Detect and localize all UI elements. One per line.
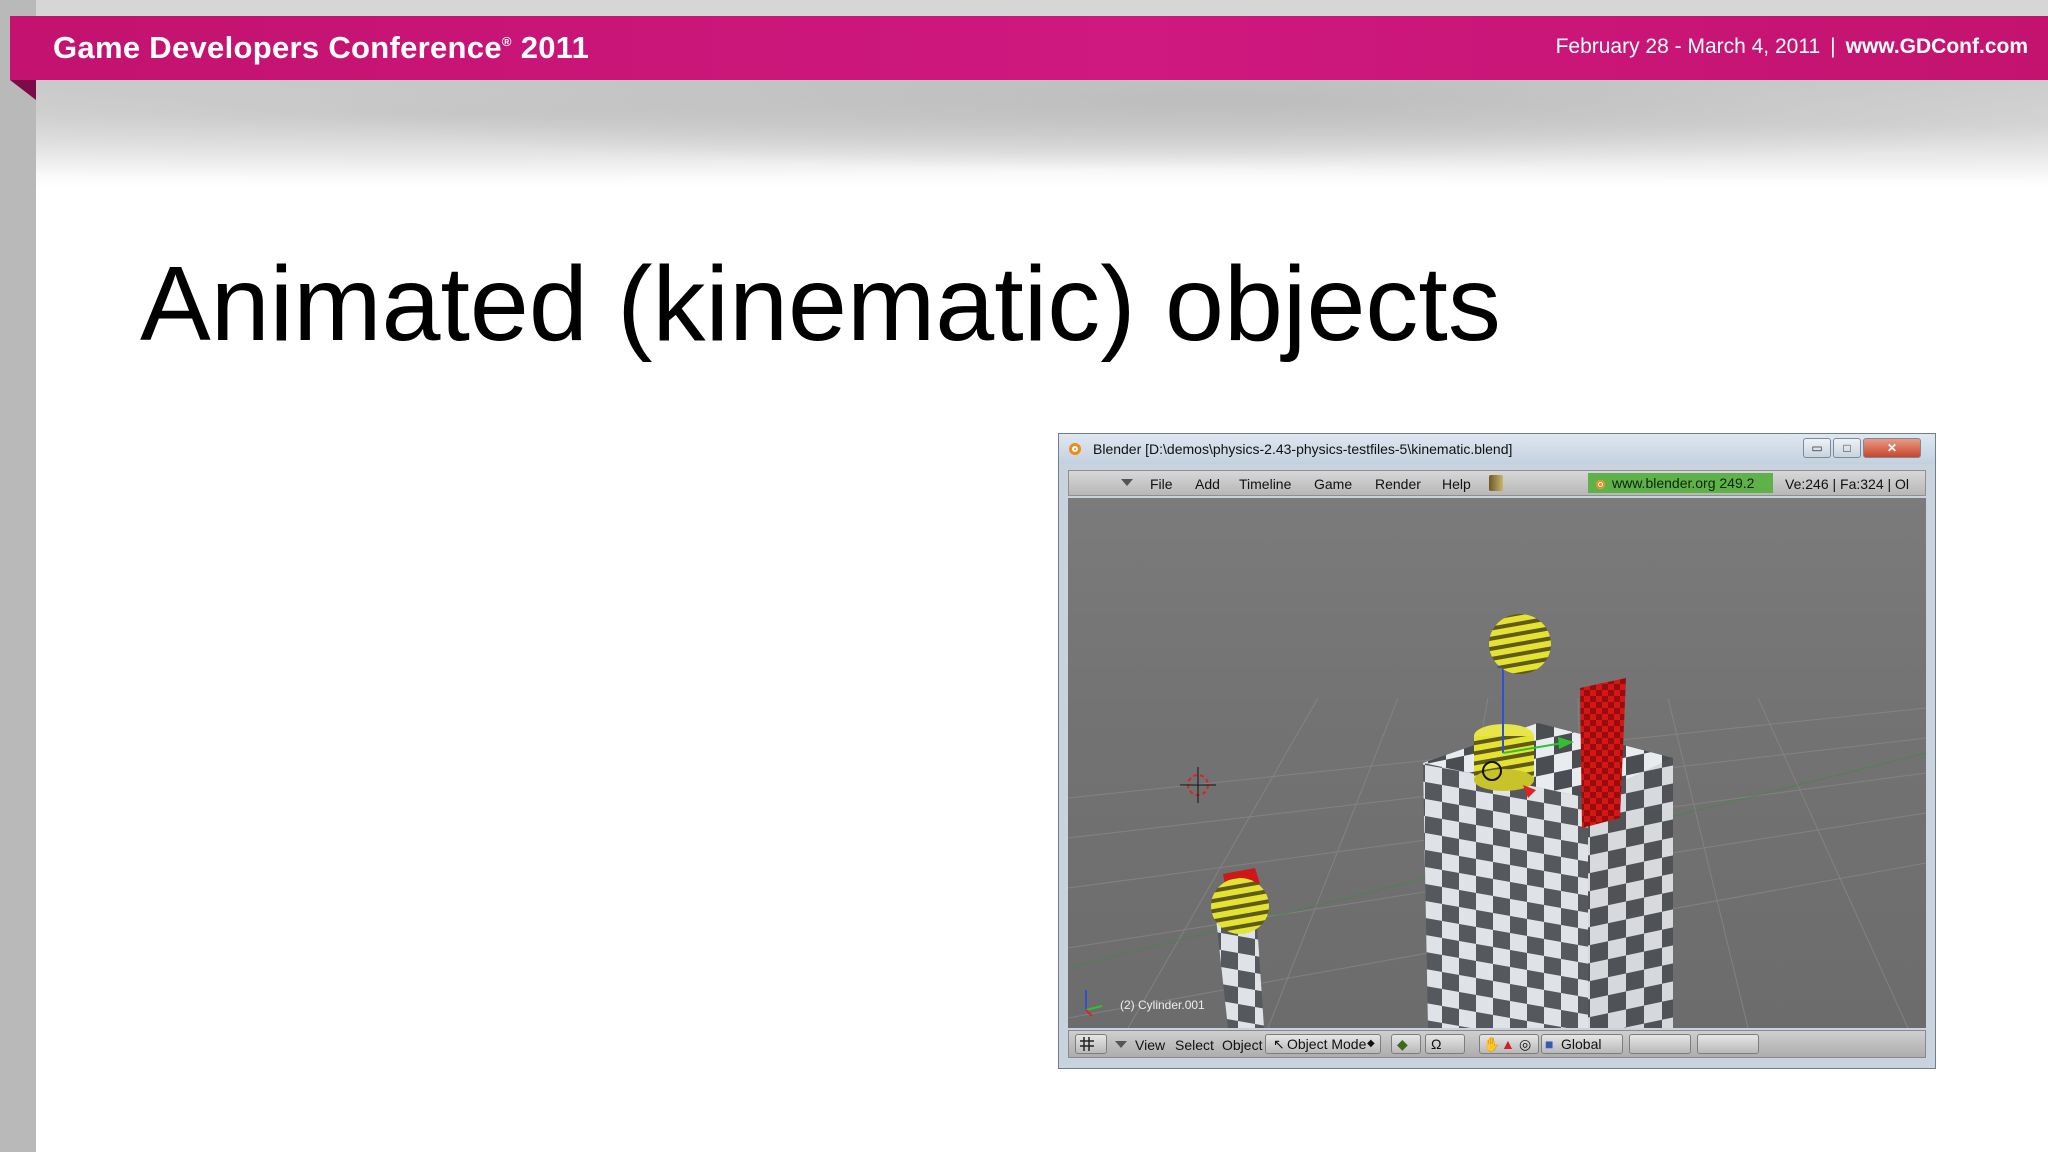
menu-game[interactable]: Game — [1314, 476, 1352, 492]
blender-logo-icon — [1069, 443, 1081, 455]
menu-bar: File Add Timeline Game Render Help www.b… — [1068, 470, 1926, 496]
conference-dates: February 28 - March 4, 2011 — [1555, 35, 1821, 58]
view-menu[interactable]: View — [1135, 1037, 1165, 1053]
scale-icon: ■ — [1545, 1036, 1554, 1052]
banner-fold — [10, 80, 36, 100]
menu-add[interactable]: Add — [1195, 476, 1220, 492]
conference-year: 2011 — [520, 30, 590, 65]
conference-url: www.GDConf.com — [1845, 35, 2028, 58]
conference-info: February 28 - March 4, 2011 | www.GDConf.c… — [1556, 35, 2028, 59]
pivot-icon: Ω — [1431, 1036, 1442, 1052]
header-texture — [36, 80, 2048, 190]
scene-stats: Ve:246 | Fa:324 | Ol — [1785, 476, 1910, 492]
left-sphere — [1211, 878, 1269, 934]
window-titlebar: Blender [D:\demos\physics-2.43-physics-t… — [1059, 434, 1935, 464]
viewport-header: View Select Object ↖ Object Mode ◆ ◆ Ω ✋… — [1068, 1030, 1926, 1058]
left-border-strip — [0, 0, 36, 1152]
menu-timeline[interactable]: Timeline — [1239, 476, 1291, 492]
hand-icon: ✋ — [1483, 1036, 1501, 1052]
select-menu[interactable]: Select — [1175, 1037, 1214, 1053]
translate-icon: ▲ — [1501, 1036, 1515, 1052]
conference-title: Game Developers Conference® 2011 — [53, 30, 589, 66]
menu-render[interactable]: Render — [1375, 476, 1421, 492]
conference-banner: Game Developers Conference® 2011 Februar… — [10, 16, 2048, 80]
menu-collapse-icon[interactable] — [1121, 479, 1133, 486]
blender-logo-icon — [1596, 479, 1605, 489]
viewport-scene — [1068, 614, 1926, 1028]
screen-layout-icon[interactable] — [1489, 475, 1503, 491]
registered-mark: ® — [501, 34, 512, 49]
layer-buttons-right[interactable] — [1697, 1034, 1759, 1054]
shading-icon: ◆ — [1397, 1036, 1408, 1052]
red-block — [1580, 678, 1626, 828]
object-menu[interactable]: Object — [1222, 1037, 1262, 1053]
menu-file[interactable]: File — [1150, 476, 1173, 492]
mode-select-arrow-icon: ◆ — [1367, 1038, 1375, 1049]
orientation-label: Global — [1561, 1036, 1602, 1052]
3d-viewport[interactable]: (2) Cylinder.001 — [1068, 498, 1926, 1028]
cube-front — [1423, 763, 1588, 1028]
3d-cursor-icon — [1180, 767, 1216, 803]
grid-icon — [1080, 1037, 1094, 1051]
blender-site-badge[interactable]: www.blender.org 249.2 — [1588, 473, 1773, 493]
menu-help[interactable]: Help — [1442, 476, 1471, 492]
banner-separator: | — [1830, 35, 1836, 58]
top-border — [0, 0, 2048, 16]
close-button[interactable]: ✕ — [1863, 438, 1921, 458]
maximize-button[interactable]: □ — [1833, 438, 1861, 458]
blender-window: Blender [D:\demos\physics-2.43-physics-t… — [1058, 433, 1936, 1069]
slide-title: Animated (kinematic) objects — [140, 245, 1501, 363]
minimize-button[interactable]: ▭ — [1803, 438, 1831, 458]
active-object-label: (2) Cylinder.001 — [1120, 998, 1205, 1012]
conference-name: Game Developers Conference — [53, 30, 502, 65]
layer-buttons-left[interactable] — [1629, 1034, 1691, 1054]
window-title: Blender [D:\demos\physics-2.43-physics-t… — [1093, 441, 1513, 457]
site-badge-text: www.blender.org 249.2 — [1612, 475, 1755, 491]
top-sphere — [1489, 614, 1551, 674]
rotate-icon: ◎ — [1519, 1036, 1532, 1052]
header-collapse-icon[interactable] — [1115, 1041, 1127, 1048]
object-mode-icon: ↖ — [1273, 1036, 1285, 1052]
mode-select-label: Object Mode — [1287, 1036, 1367, 1052]
